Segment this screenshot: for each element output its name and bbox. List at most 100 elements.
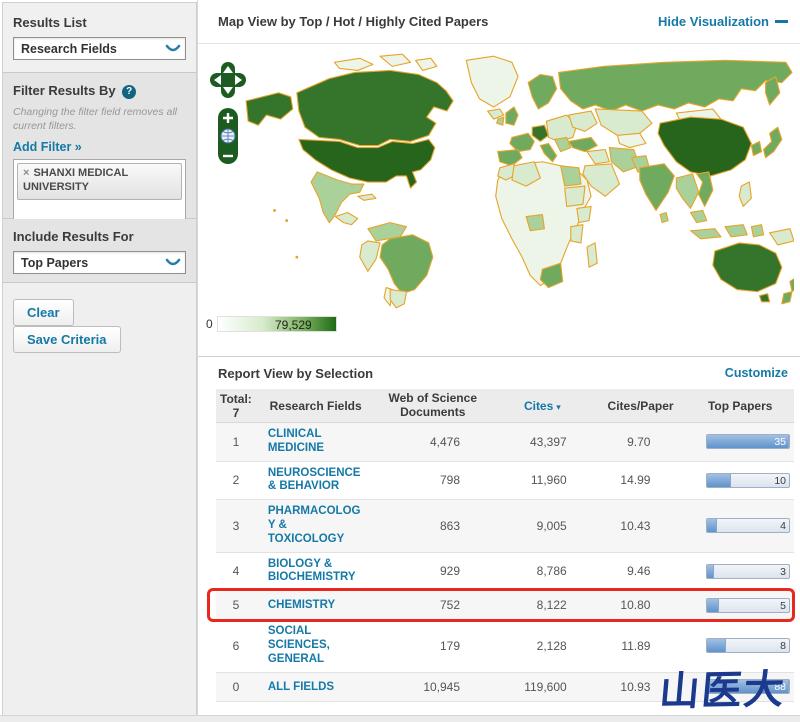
top-papers-bar: 8: [706, 638, 791, 654]
country-malaysia: [689, 209, 708, 224]
top-papers-bar: 35: [706, 434, 791, 450]
research-field-link[interactable]: BIOLOGY & BIOCHEMISTRY: [268, 558, 364, 586]
country-turkey: [568, 136, 598, 153]
help-icon[interactable]: ?: [122, 85, 137, 99]
map-controls: [210, 62, 246, 171]
rank-cell: 0: [232, 679, 240, 694]
filter-section: Filter Results By ? Changing the filter …: [3, 73, 196, 222]
watermark-logo: 山医大: [657, 665, 788, 716]
results-list-select[interactable]: Research Fields: [13, 37, 186, 60]
table-row[interactable]: 2 NEUROSCIENCE & BEHAVIOR 798 11,960 14.…: [216, 462, 794, 501]
filter-heading: Filter Results By: [13, 83, 116, 98]
cites-cell: 2,128: [536, 638, 567, 653]
research-field-link[interactable]: SOCIAL SCIENCES, GENERAL: [268, 625, 364, 666]
country-france: [509, 132, 535, 153]
world-map[interactable]: [238, 48, 794, 310]
save-criteria-button[interactable]: Save Criteria: [13, 326, 121, 353]
rank-cell: 4: [232, 564, 240, 579]
total-label: Total:: [220, 391, 252, 406]
rank-cell: 6: [232, 638, 240, 653]
country-spain: [497, 149, 523, 167]
results-list-heading: Results List: [13, 15, 87, 30]
country-uk: [505, 106, 519, 126]
country-korea: [750, 140, 763, 157]
column-header-cites[interactable]: Cites ▾: [490, 399, 595, 413]
docs-cell: 179: [439, 638, 461, 653]
table-row-highlighted[interactable]: 5 CHEMISTRY 752 8,122 10.80 5: [207, 588, 795, 623]
column-header-cites-per-paper[interactable]: Cites/Paper: [595, 399, 687, 413]
country-scandinavia: [527, 73, 558, 110]
country-new-guinea: [769, 228, 794, 246]
main-panel: Map View by Top / Hot / Highly Cited Pap…: [197, 0, 800, 715]
minimize-icon: [775, 20, 788, 23]
top-papers-value: 5: [780, 599, 787, 612]
hide-visualization-link[interactable]: Hide Visualization: [658, 14, 788, 29]
docs-cell: 752: [439, 598, 461, 613]
country-new-zealand: [789, 278, 794, 293]
cites-cell: 43,397: [529, 434, 567, 449]
total-count: Total: 7: [216, 392, 256, 420]
include-results-select[interactable]: Top Papers: [13, 251, 186, 274]
research-field-link[interactable]: ALL FIELDS: [268, 681, 334, 695]
table-row[interactable]: 3 PHARMACOLOGY & TOXICOLOGY 863 9,005 10…: [216, 500, 794, 553]
research-field-link[interactable]: PHARMACOLOGY & TOXICOLOGY: [268, 505, 364, 546]
add-filter-link[interactable]: Add Filter »: [13, 140, 82, 154]
cites-cell: 8,122: [536, 598, 567, 613]
report-view-header: Report View by Selection Customize: [198, 357, 800, 385]
hide-visualization-label: Hide Visualization: [657, 14, 769, 29]
footer-strip: [0, 715, 800, 722]
country-madagascar: [586, 242, 598, 268]
column-header-research-fields[interactable]: Research Fields: [256, 399, 376, 413]
column-header-wos-documents[interactable]: Web of Science Documents: [375, 391, 490, 420]
cites-cell: 11,960: [530, 473, 567, 488]
total-value: 7: [232, 405, 240, 420]
cites-cell: 8,786: [536, 564, 567, 579]
top-papers-bar: 3: [706, 563, 791, 579]
include-results-heading: Include Results For: [13, 229, 134, 244]
country-indonesia: [689, 228, 722, 240]
top-papers-value: 4: [780, 520, 787, 533]
top-papers-value: 3: [780, 565, 787, 578]
country-germany: [531, 124, 550, 143]
cites-cell: 119,600: [524, 679, 567, 694]
country-china: [657, 116, 752, 177]
top-papers-bar: 4: [706, 518, 791, 534]
rank-cell: 1: [232, 434, 240, 449]
remove-filter-icon[interactable]: ×: [23, 167, 29, 179]
map-visualization: 0 79,529: [198, 44, 800, 357]
cites-per-paper-cell: 11.89: [621, 638, 651, 653]
results-list-value: Research Fields: [21, 41, 117, 56]
filter-note: Changing the filter field removes all cu…: [13, 106, 178, 132]
country-canada: [296, 69, 454, 147]
rank-cell: 5: [232, 598, 240, 613]
results-list-section: Results List Research Fields: [3, 3, 196, 73]
country-greenland: [465, 55, 519, 108]
country-philippines: [738, 181, 752, 207]
country-india: [639, 163, 675, 212]
research-field-link[interactable]: CLINICAL MEDICINE: [268, 428, 364, 456]
research-field-link[interactable]: NEUROSCIENCE & BEHAVIOR: [268, 467, 364, 495]
legend-min-label: 0: [206, 317, 213, 331]
clear-button[interactable]: Clear: [13, 299, 74, 326]
docs-cell: 929: [439, 564, 461, 579]
country-italy: [539, 142, 558, 163]
filter-tag[interactable]: × SHANXI MEDICAL UNIVERSITY: [17, 163, 182, 200]
cites-per-paper-cell: 9.70: [627, 434, 651, 449]
table-row[interactable]: 4 BIOLOGY & BIOCHEMISTRY 929 8,786 9.46 …: [216, 553, 794, 592]
docs-cell: 863: [439, 518, 461, 533]
customize-link[interactable]: Customize: [725, 366, 788, 380]
column-header-top-papers[interactable]: Top Papers: [686, 399, 794, 413]
country-egypt: [560, 165, 582, 187]
filter-tag-label: SHANXI MEDICAL UNIVERSITY: [23, 167, 128, 194]
top-papers-value: 8: [780, 640, 787, 653]
cites-per-paper-cell: 14.99: [620, 473, 651, 488]
table-row[interactable]: 1 CLINICAL MEDICINE 4,476 43,397 9.70 35: [216, 423, 794, 462]
cites-per-paper-cell: 10.43: [620, 518, 651, 533]
docs-cell: 10,945: [423, 679, 461, 694]
map-pan-control: [210, 62, 246, 98]
rank-cell: 3: [232, 518, 240, 533]
rank-cell: 2: [232, 473, 240, 488]
research-field-link[interactable]: CHEMISTRY: [268, 599, 335, 613]
map-view-title: Map View by Top / Hot / Highly Cited Pap…: [218, 14, 489, 29]
results-table: Total: 7 Research Fields Web of Science …: [207, 389, 795, 702]
